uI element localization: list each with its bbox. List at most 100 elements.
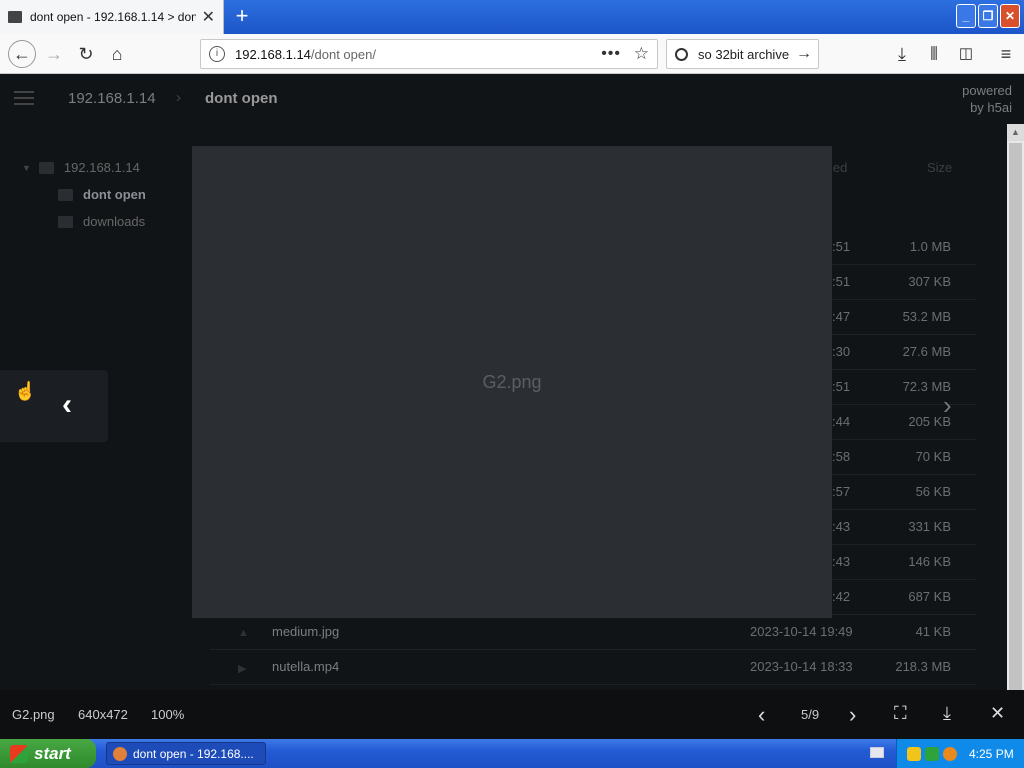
navigation-bar: ← → ↻ ⌂ i 192.168.1.14 /dont open/ ••• ☆… — [0, 34, 1024, 74]
file-date-partial: :51 — [832, 379, 851, 394]
browser-tab[interactable]: dont open - 192.168.1.14 > dont open ✕ — [0, 0, 224, 34]
table-row[interactable]: ▲ medium.jpg 2023-10-14 19:49 41 KB — [210, 615, 976, 650]
list-header: ied Size — [830, 160, 970, 178]
hand-cursor-icon: ☝ — [14, 381, 37, 401]
powered-line-1: powered — [962, 83, 1012, 98]
scrollbar[interactable]: ▲ — [1007, 124, 1024, 693]
sidebar-icon[interactable]: ◫ — [954, 42, 978, 66]
file-date-partial: :42 — [832, 589, 851, 604]
tab-title: dont open - 192.168.1.14 > dont open — [30, 10, 196, 24]
tree-label: dont open — [83, 187, 146, 202]
tree-item-downloads[interactable]: downloads — [58, 214, 145, 229]
taskbar-item-browser[interactable]: dont open - 192.168.... — [106, 742, 266, 765]
search-text: so 32bit archive — [698, 46, 790, 62]
library-icon[interactable]: ⫴ — [922, 42, 946, 66]
tree-item-dont-open[interactable]: dont open — [58, 187, 146, 202]
bookmark-star-icon[interactable]: ☆ — [634, 44, 649, 64]
search-tray-icon[interactable] — [943, 746, 957, 761]
file-date-partial: :47 — [832, 309, 851, 324]
file-date-partial: :44 — [832, 414, 851, 429]
powered-line-2: by h5ai — [970, 100, 1012, 115]
file-date-partial: :57 — [832, 484, 851, 499]
url-bar[interactable]: i 192.168.1.14 /dont open/ ••• ☆ — [200, 39, 658, 69]
chevron-left-icon: ‹ — [62, 388, 72, 421]
close-lightbox-icon[interactable]: ✕ — [990, 703, 1005, 724]
folder-icon — [58, 215, 73, 228]
folder-icon — [38, 161, 54, 174]
lightbox-bottom-bar: G2.png 640x472 100% ‹ 5/9 › ⛶ ⤓ ✕ — [0, 690, 1024, 739]
file-size: 1.0 MB — [909, 239, 951, 254]
download-icon[interactable]: ⤓ — [943, 703, 951, 724]
home-button[interactable]: ⌂ — [105, 42, 129, 66]
file-name: nutella.mp4 — [272, 659, 340, 674]
file-date-partial: :30 — [832, 344, 851, 359]
h5ai-page: 192.168.1.14 › dont open powered by h5ai… — [0, 74, 1024, 693]
search-go-icon[interactable]: → — [796, 45, 812, 63]
file-date-partial: :43 — [832, 519, 851, 534]
scrollbar-thumb[interactable] — [1009, 143, 1022, 693]
scroll-up-icon[interactable]: ▲ — [1007, 124, 1024, 141]
start-label: start — [34, 743, 71, 763]
file-date-partial: :58 — [832, 449, 851, 464]
start-button[interactable]: start — [0, 739, 96, 768]
lightbox-zoom: 100% — [151, 707, 185, 722]
app-window: dont open - 192.168.1.14 > dont open ✕ +… — [0, 0, 1024, 768]
lightbox-image: G2.png — [192, 146, 832, 618]
file-date: 2023-10-14 19:49 — [750, 624, 853, 639]
tab-close-icon[interactable]: ✕ — [202, 7, 215, 27]
menu-icon[interactable]: ≡ — [994, 42, 1018, 66]
fullscreen-icon[interactable]: ⛶ — [894, 703, 907, 724]
security-shield-icon[interactable] — [907, 746, 921, 761]
forward-button[interactable]: → — [42, 42, 66, 66]
maximize-button[interactable]: ❐ — [978, 4, 998, 28]
expand-icon[interactable]: ▼ — [22, 163, 31, 173]
file-size: 331 KB — [908, 519, 951, 534]
firefox-icon — [113, 746, 127, 761]
lightbox-filename: G2.png — [12, 707, 55, 722]
windows-logo-icon — [10, 744, 28, 763]
tree-item-root[interactable]: ▼ 192.168.1.14 — [22, 160, 140, 175]
table-row[interactable]: ▶ nutella.mp4 2023-10-14 18:33 218.3 MB — [210, 650, 976, 685]
new-tab-button[interactable]: + — [230, 3, 254, 29]
file-size: 687 KB — [908, 589, 951, 604]
file-size: 70 KB — [915, 449, 951, 464]
file-size: 27.6 MB — [902, 344, 951, 359]
info-icon[interactable]: i — [209, 46, 225, 62]
file-size: 41 KB — [915, 624, 951, 639]
column-header-date[interactable]: ied — [830, 160, 847, 175]
folder-icon — [58, 188, 73, 201]
search-icon — [675, 47, 688, 61]
reload-button[interactable]: ↻ — [74, 42, 98, 66]
minimize-button[interactable]: _ — [956, 4, 976, 28]
sidebar-toggle-icon[interactable] — [14, 91, 34, 105]
file-date: 2023-10-14 18:33 — [750, 659, 853, 674]
lightbox-next-icon[interactable]: › — [849, 702, 856, 728]
tree-label: 192.168.1.14 — [63, 160, 140, 175]
lightbox-next-button[interactable]: › — [943, 390, 952, 421]
downloads-icon[interactable]: ⤓ — [890, 42, 914, 66]
file-size: 307 KB — [908, 274, 951, 289]
lightbox-dimensions: 640x472 — [78, 707, 128, 722]
clock: 4:25 PM — [969, 746, 1014, 761]
lightbox-prev-icon[interactable]: ‹ — [758, 702, 765, 728]
taskbar: start dont open - 192.168.... 4:25 PM — [0, 739, 1024, 768]
breadcrumb-current[interactable]: dont open — [205, 90, 277, 107]
file-size: 56 KB — [915, 484, 951, 499]
taskbar-item-title: dont open - 192.168.... — [133, 746, 254, 761]
network-icon[interactable] — [925, 746, 939, 761]
system-tray: 4:25 PM — [896, 739, 1024, 768]
page-actions-icon[interactable]: ••• — [601, 45, 621, 63]
powered-by[interactable]: powered by h5ai — [962, 82, 1012, 116]
file-size: 218.3 MB — [895, 659, 951, 674]
tree-label: downloads — [83, 214, 146, 229]
back-button[interactable]: ← — [8, 40, 36, 68]
search-bar[interactable]: so 32bit archive → — [666, 39, 819, 69]
url-path: /dont open/ — [310, 46, 376, 62]
keyboard-icon[interactable] — [870, 747, 884, 758]
file-size: 146 KB — [908, 554, 951, 569]
column-header-size[interactable]: Size — [927, 160, 952, 175]
video-file-icon: ▶ — [238, 663, 247, 675]
breadcrumb-host[interactable]: 192.168.1.14 — [68, 90, 156, 107]
image-placeholder-label: G2.png — [482, 371, 542, 392]
close-window-button[interactable]: ✕ — [1000, 4, 1020, 28]
